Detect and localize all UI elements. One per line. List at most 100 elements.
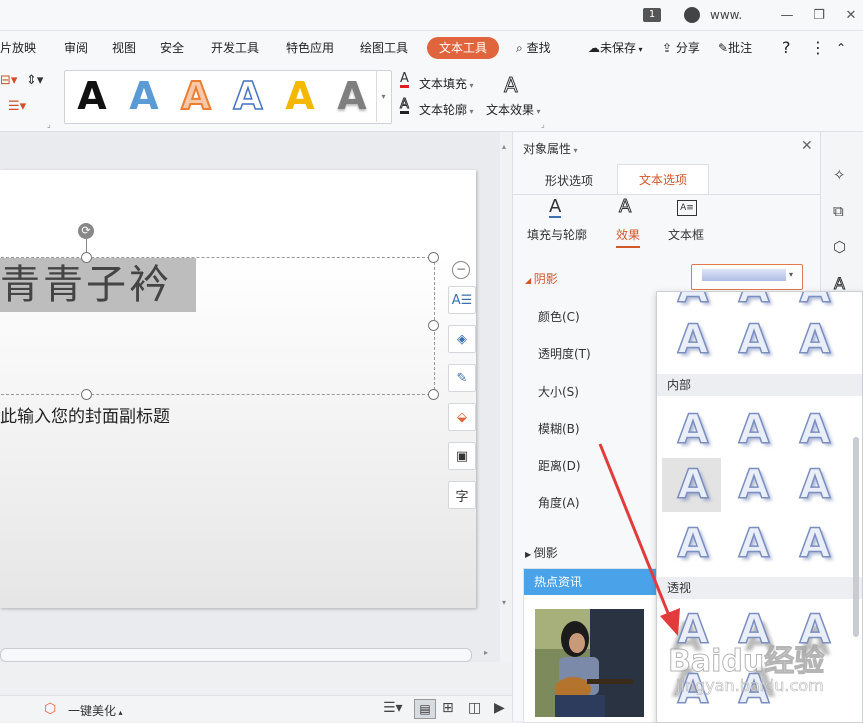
canvas-horizontal-scrollbar[interactable]: [0, 648, 472, 662]
panel-title[interactable]: 对象属性 ▾: [523, 140, 578, 157]
resize-handle[interactable]: [81, 389, 92, 400]
shadow-preset-inner[interactable]: A: [786, 519, 844, 569]
shadow-preset-inner[interactable]: A: [725, 405, 783, 455]
shadow-preset-inner[interactable]: A: [725, 519, 783, 569]
group-launcher-icon[interactable]: ⌟: [47, 120, 51, 129]
shadow-preset-outer[interactable]: A: [786, 315, 844, 365]
collapse-icon[interactable]: −: [452, 261, 470, 279]
text-layout-icon[interactable]: A☰: [448, 286, 476, 314]
shadow-size-label: 大小(S): [538, 385, 579, 399]
slide-subtitle[interactable]: 此输入您的封面副标题: [0, 402, 170, 427]
dropdown-scrollbar-thumb[interactable]: [853, 437, 859, 637]
text-style-gold[interactable]: A: [277, 73, 323, 119]
section-inner-header: 内部: [657, 374, 862, 396]
scroll-up-icon[interactable]: ▴: [502, 142, 506, 151]
frame-icon[interactable]: ▣: [448, 442, 476, 470]
menu-text-tools[interactable]: 文本工具: [427, 37, 500, 59]
menu-developer[interactable]: 开发工具: [211, 31, 259, 65]
menu-special[interactable]: 特色应用: [286, 31, 334, 65]
text-fill-icon[interactable]: A: [400, 72, 409, 88]
shadow-preset-inner[interactable]: A: [786, 405, 844, 455]
shadow-preset-outer[interactable]: A: [725, 292, 783, 314]
tab-shape-options[interactable]: 形状选项: [545, 172, 593, 189]
reading-view-icon[interactable]: ◫: [468, 700, 481, 716]
text-effect-button[interactable]: 文本效果 ▾: [486, 101, 541, 118]
text-style-orange-outline[interactable]: A: [173, 73, 219, 119]
text-outline-button[interactable]: 文本轮廓 ▾: [419, 101, 474, 118]
collapse-ribbon-icon[interactable]: ⌃: [836, 31, 846, 65]
normal-view-icon[interactable]: ▤: [414, 699, 436, 719]
text-fill-button[interactable]: 文本填充 ▾: [419, 75, 474, 92]
unsaved-label: 未保存: [600, 41, 637, 55]
shape-icon[interactable]: ⧉: [833, 202, 844, 220]
align-icon[interactable]: ⊟▾: [0, 73, 17, 88]
shadow-preset-outer[interactable]: A: [664, 292, 722, 314]
notes-icon[interactable]: ☰▾: [383, 700, 403, 716]
resize-handle[interactable]: [428, 252, 439, 263]
shadow-preset-outer[interactable]: A: [786, 292, 844, 314]
menu-drawing-tools[interactable]: 绘图工具: [360, 31, 408, 65]
slideshow-icon[interactable]: ▶: [494, 700, 505, 716]
text-style-blue[interactable]: A: [121, 73, 167, 119]
minimize-icon[interactable]: —: [772, 0, 802, 30]
fill-bucket-icon[interactable]: ⬙: [448, 403, 476, 431]
shadow-preset-outer[interactable]: A: [664, 315, 722, 365]
rotate-handle-icon[interactable]: ⟳: [78, 223, 94, 239]
shadow-preset-inner[interactable]: A: [786, 460, 844, 510]
resize-handle[interactable]: [428, 320, 439, 331]
canvas-vertical-scrollbar[interactable]: ▴ ▾: [500, 132, 512, 662]
paragraph-spacing-icon[interactable]: ☰▾: [8, 99, 26, 114]
text-style-blue-outline[interactable]: A: [225, 73, 271, 119]
text-effect-icon[interactable]: A: [504, 73, 519, 98]
tab-text-options[interactable]: 文本选项: [617, 164, 709, 195]
slide[interactable]: ⟳ 青青子衿 此输入您的封面副标题: [0, 170, 476, 608]
triangle-down-icon: ◢: [525, 276, 534, 285]
reflection-section-header[interactable]: ▶ 倒影: [525, 544, 558, 561]
shadow-blur-label: 模糊(B): [538, 422, 580, 436]
text-style-gray[interactable]: A: [329, 73, 375, 119]
unsaved-button[interactable]: ☁未保存 ▾: [588, 31, 643, 65]
close-window-icon[interactable]: ✕: [836, 0, 863, 30]
close-panel-icon[interactable]: ✕: [801, 138, 813, 154]
search-button[interactable]: ⌕ 查找: [516, 31, 551, 65]
shadow-preset-select[interactable]: ▾: [691, 264, 803, 290]
text-direction-icon[interactable]: 字: [448, 481, 476, 509]
shadow-section-header[interactable]: ◢ 阴影: [525, 270, 558, 287]
subtab-effects[interactable]: 效果: [616, 226, 641, 248]
gallery-scroll-button[interactable]: ▾: [376, 70, 390, 122]
resize-handle[interactable]: [428, 389, 439, 400]
menu-view[interactable]: 视图: [112, 31, 136, 65]
help-button[interactable]: ?: [782, 31, 791, 65]
beautify-button[interactable]: 一键美化 ▴: [68, 702, 123, 719]
text-style-black[interactable]: A: [69, 73, 115, 119]
comment-button[interactable]: ✎批注: [718, 31, 752, 65]
object-icon[interactable]: ⬡: [833, 238, 846, 256]
menu-security[interactable]: 安全: [160, 31, 184, 65]
shadow-preset-outer[interactable]: A: [725, 315, 783, 365]
text-outline-icon[interactable]: A: [400, 98, 409, 114]
brush-icon[interactable]: ✎: [448, 364, 476, 392]
shadow-preset-inner[interactable]: A: [725, 460, 783, 510]
avatar[interactable]: [684, 7, 700, 23]
slide-title[interactable]: 青青子衿: [0, 258, 172, 312]
share-button[interactable]: ⇪ 分享: [662, 31, 700, 65]
grid-view-icon[interactable]: ⊞: [442, 700, 454, 716]
pin-icon[interactable]: ✧: [833, 166, 846, 184]
layers-icon[interactable]: ◈: [448, 325, 476, 353]
line-spacing-icon[interactable]: ⇕▾: [26, 73, 43, 88]
group-launcher-icon[interactable]: ⌟: [541, 120, 545, 129]
resize-handle[interactable]: [81, 252, 92, 263]
restore-icon[interactable]: ❐: [804, 0, 834, 30]
menu-slideshow[interactable]: 片放映: [0, 31, 36, 65]
account-name[interactable]: www.: [710, 8, 742, 22]
effects-icon[interactable]: A: [618, 197, 631, 216]
subtab-textbox[interactable]: 文本框: [668, 226, 704, 243]
menu-review[interactable]: 审阅: [64, 31, 88, 65]
beautify-icon[interactable]: ⬡: [44, 701, 56, 717]
scroll-right-icon[interactable]: ▸: [484, 648, 488, 657]
subtab-fill-outline[interactable]: 填充与轮廓: [527, 226, 587, 243]
textbox-icon[interactable]: A≡: [677, 200, 697, 216]
scroll-down-icon[interactable]: ▾: [502, 598, 506, 607]
fill-outline-icon[interactable]: A: [549, 198, 562, 218]
more-icon[interactable]: ⋮: [810, 31, 826, 65]
